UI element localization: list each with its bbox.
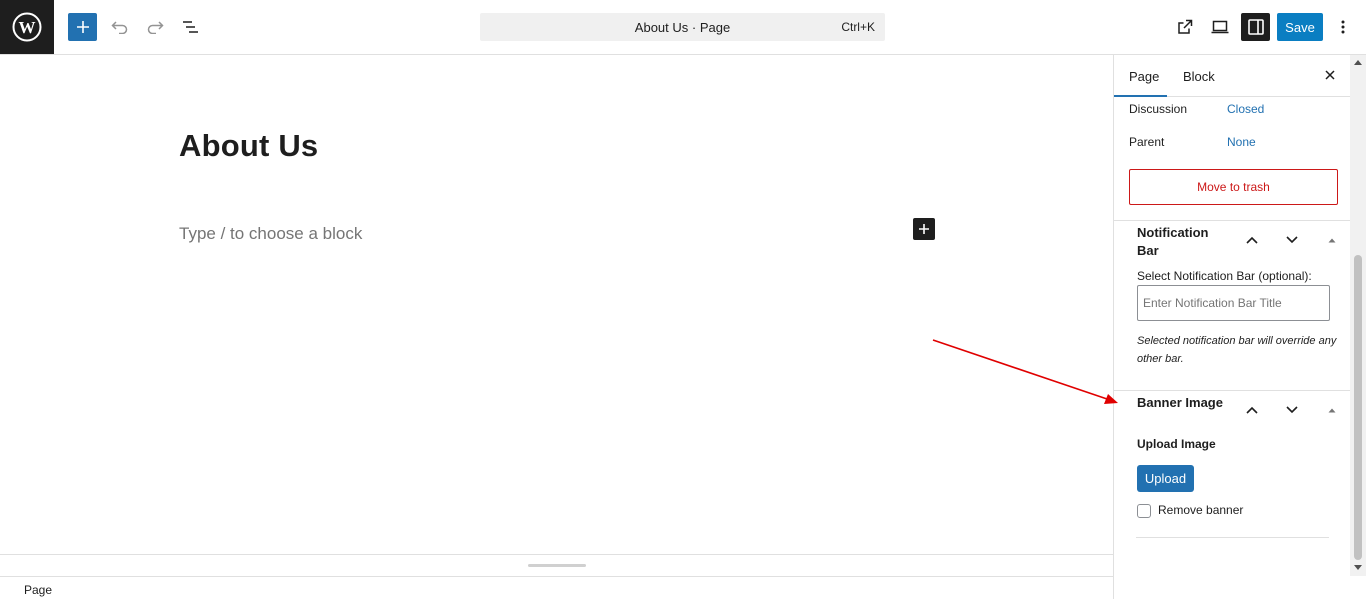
chevron-up-icon [1246,406,1258,414]
breadcrumb[interactable]: Page [24,583,52,597]
view-page-button[interactable] [1170,13,1199,41]
banner-image-title: Banner Image [1137,395,1223,410]
svg-text:W: W [19,18,36,37]
discussion-label: Discussion [1129,102,1188,116]
collapse-toggle-button[interactable] [1324,232,1340,248]
divider [1114,390,1352,391]
remove-banner-checkbox[interactable] [1137,504,1151,518]
sidebar-scrollbar[interactable] [1350,55,1366,576]
notification-bar-input[interactable] [1137,285,1330,321]
move-to-trash-button[interactable]: Move to trash [1129,169,1338,205]
preview-device-button[interactable] [1205,13,1234,41]
divider [1114,220,1352,221]
discussion-value-link[interactable]: Closed [1227,102,1264,116]
document-title: About Us · Page [634,20,731,35]
undo-icon [110,21,127,34]
wordpress-logo-icon: W [12,12,42,42]
scrollbar-thumb[interactable] [1354,255,1362,560]
notification-bar-note: Selected notification bar will override … [1137,335,1337,365]
scroll-up-arrow-icon[interactable] [1354,60,1362,65]
command-palette-bar[interactable]: About Us · Page Ctrl+K [480,13,885,41]
remove-banner-label[interactable]: Remove banner [1158,503,1243,517]
move-up-button[interactable] [1244,232,1260,248]
sidebar-tabs: Page Block [1114,55,1352,97]
close-icon [1325,70,1335,80]
settings-toggle-button[interactable] [1241,13,1270,41]
chevron-up-icon [1246,236,1258,244]
block-placeholder[interactable]: Type / to choose a block [179,224,362,244]
save-button[interactable]: Save [1277,13,1323,41]
upload-image-label: Upload Image [1137,437,1216,451]
plus-icon [76,21,89,33]
editor-canvas: About Us Type / to choose a block [0,55,1114,567]
canvas-resize-area [0,554,1114,576]
tab-page[interactable]: Page [1129,69,1159,84]
document-overview-button[interactable] [176,13,205,41]
redo-icon [147,21,164,34]
wordpress-logo-button[interactable]: W [0,0,54,54]
collapse-toggle-button[interactable] [1324,402,1340,418]
upload-button[interactable]: Upload [1137,465,1194,492]
resize-handle[interactable] [528,564,586,567]
move-down-button[interactable] [1284,402,1300,418]
more-vertical-icon [1341,20,1345,34]
page-title[interactable]: About Us [179,128,318,164]
notification-bar-select-label: Select Notification Bar (optional): [1137,269,1312,283]
options-button[interactable] [1331,13,1355,41]
notification-bar-title: Notification Bar [1137,225,1209,258]
move-down-button[interactable] [1284,232,1300,248]
scroll-down-arrow-icon[interactable] [1354,565,1362,570]
parent-label: Parent [1129,135,1165,149]
add-block-button[interactable] [68,13,97,41]
editor-footer: Page [0,576,1114,599]
sidebar-icon [1247,19,1264,35]
parent-value-link[interactable]: None [1227,135,1256,149]
move-up-button[interactable] [1244,402,1260,418]
chevron-down-icon [1286,406,1298,414]
settings-sidebar: Page Block Discussion Closed Parent None… [1113,55,1366,599]
command-shortcut: Ctrl+K [841,20,875,34]
undo-button[interactable] [105,13,134,41]
active-tab-indicator [1114,95,1167,97]
editor-top-bar: W About Us · Page Ctrl+K Save [0,0,1366,55]
close-sidebar-button[interactable] [1322,67,1338,83]
triangle-up-icon [1328,408,1336,413]
list-view-icon [182,21,198,33]
inline-add-block-button[interactable] [913,218,935,240]
external-link-icon [1177,19,1192,34]
redo-button[interactable] [140,13,169,41]
desktop-icon [1211,20,1228,34]
divider [1136,537,1329,538]
chevron-down-icon [1286,236,1298,244]
triangle-up-icon [1328,238,1336,243]
tab-block[interactable]: Block [1183,69,1215,84]
plus-icon [919,224,929,234]
